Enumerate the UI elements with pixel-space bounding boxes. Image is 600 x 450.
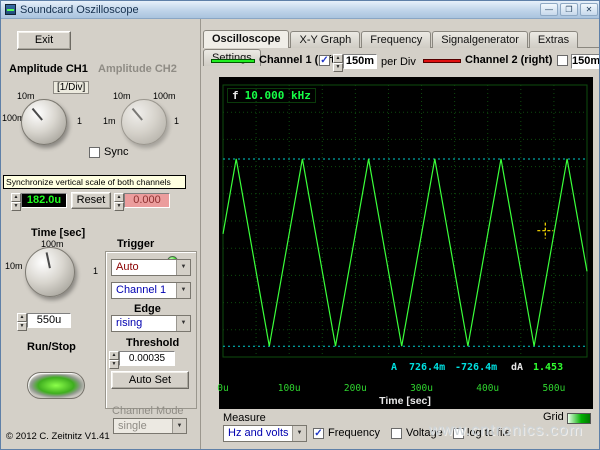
dropdown-arrow-icon: ▼ xyxy=(172,419,186,433)
minimize-button[interactable]: — xyxy=(540,3,558,16)
ch1-knob-tick-label: 1 xyxy=(77,116,82,126)
channel1-scale-value[interactable]: 150m xyxy=(343,54,377,69)
run-stop-button[interactable] xyxy=(27,372,85,399)
trigger-title: Trigger xyxy=(117,238,154,250)
measure-da-value: 1.453 xyxy=(533,362,563,373)
channel2-label: Channel 2 (right) xyxy=(465,54,552,66)
x-axis-tick: 200u xyxy=(344,383,367,394)
channel1-scale-spinner[interactable]: ▲▼ xyxy=(333,54,343,69)
x-axis-tick: 300u xyxy=(410,383,433,394)
measure-a-label: A xyxy=(391,362,397,373)
offset-ch2-value[interactable]: 0.000 xyxy=(124,193,170,208)
scope-plot xyxy=(219,77,593,409)
dropdown-arrow-icon[interactable]: ▼ xyxy=(176,283,190,298)
amplitude-ch1-label: Amplitude CH1 xyxy=(9,63,88,75)
auto-set-button[interactable]: Auto Set xyxy=(111,371,189,389)
frequency-prefix: f xyxy=(232,89,239,102)
trigger-mode-dropdown[interactable]: Auto ▼ xyxy=(111,259,191,276)
offset-ch1-spinner[interactable]: ▲▼ xyxy=(11,193,21,208)
edge-label: Edge xyxy=(134,303,161,315)
tab-settings[interactable]: Settings xyxy=(203,49,261,66)
tab-x-y-graph[interactable]: X-Y Graph xyxy=(290,31,360,48)
frequency-checkbox[interactable]: ✓ xyxy=(313,428,324,439)
measure-label: Measure xyxy=(223,412,266,424)
x-axis-label: Time [sec] xyxy=(339,395,471,407)
amplitude-ch1-knob[interactable] xyxy=(21,99,67,145)
x-axis-tick: 500u xyxy=(542,383,565,394)
x-axis-tick: 0u xyxy=(217,383,228,394)
ch2-knob-tick-label: 1m xyxy=(103,116,116,126)
trigger-edge-dropdown[interactable]: rising ▼ xyxy=(111,315,191,332)
frequency-readout: f 10.000 kHz xyxy=(227,88,316,103)
frequency-value: 10.000 kHz xyxy=(245,89,311,102)
grid-lines xyxy=(223,85,587,357)
offset-reset-button[interactable]: Reset xyxy=(71,192,111,209)
tab-oscilloscope[interactable]: Oscilloscope xyxy=(203,30,289,48)
channel-mode-dropdown[interactable]: single ▼ xyxy=(113,418,187,434)
x-axis-tick: 100u xyxy=(278,383,301,394)
amplitude-ch2-label: Amplitude CH2 xyxy=(98,63,177,75)
per-div-label: [1/Div] xyxy=(53,81,89,94)
exit-button[interactable]: Exit xyxy=(17,31,71,50)
time-value[interactable]: 550u xyxy=(27,313,71,328)
ch2-knob-tick-label: 100m xyxy=(153,91,176,101)
tab-signalgenerator[interactable]: Signalgenerator xyxy=(432,31,528,48)
trigger-source-dropdown[interactable]: Channel 1 ▼ xyxy=(111,282,191,299)
close-button[interactable]: ✕ xyxy=(580,3,598,16)
sync-checkbox[interactable] xyxy=(89,147,100,158)
measure-da-label: dA xyxy=(511,362,523,373)
x-axis-ticks: 0u 100u 200u 300u 400u 500u xyxy=(219,383,593,395)
amplitude-ch2-knob[interactable] xyxy=(121,99,167,145)
sync-label: Sync xyxy=(104,146,128,158)
time-knob-tick-label: 1 xyxy=(93,266,98,276)
time-knob-tick-label: 10m xyxy=(5,261,23,271)
measure-mode-dropdown[interactable]: Hz and volts ▼ xyxy=(223,425,307,442)
oscilloscope-display: f 10.000 kHz A 726.4m -726.4m dA 1.453 0u… xyxy=(219,77,593,409)
amplitude-marker-lines xyxy=(223,159,587,346)
time-spinner[interactable]: ▲▼ xyxy=(17,313,27,328)
voltage-checkbox[interactable] xyxy=(391,428,402,439)
copyright-text: © 2012 C. Zeitnitz V1.41 xyxy=(6,431,110,442)
offset-ch1-value[interactable]: 182.0u xyxy=(21,193,67,208)
dropdown-arrow-icon[interactable]: ▼ xyxy=(176,316,190,331)
ch2-knob-tick-label: 10m xyxy=(113,91,131,101)
waveform-channel1 xyxy=(223,159,587,346)
channel1-per-div-label: per Div xyxy=(381,56,416,68)
measure-max-value: 726.4m xyxy=(409,362,445,373)
tab-frequency[interactable]: Frequency xyxy=(361,31,431,48)
channel1-checkbox[interactable]: ✓ xyxy=(319,55,330,66)
app-icon xyxy=(5,4,16,15)
cursor-crosshair-icon[interactable] xyxy=(537,223,553,239)
offset-ch2-spinner[interactable]: ▲▼ xyxy=(114,193,124,208)
measure-min-value: -726.4m xyxy=(455,362,497,373)
threshold-input[interactable]: 0.00035 xyxy=(119,351,175,366)
channel-mode-label: Channel Mode xyxy=(112,405,184,417)
dropdown-arrow-icon[interactable]: ▼ xyxy=(176,260,190,275)
x-axis-tick: 400u xyxy=(476,383,499,394)
control-panel: Exit Amplitude CH1 Amplitude CH2 [1/Div]… xyxy=(1,19,201,450)
maximize-button[interactable]: ❐ xyxy=(560,3,578,16)
tab-bar: OscilloscopeX-Y GraphFrequencySignalgene… xyxy=(203,30,599,48)
sync-tooltip: Synchronize vertical scale of both chann… xyxy=(3,175,186,189)
run-stop-label: Run/Stop xyxy=(27,341,76,353)
tab-extras[interactable]: Extras xyxy=(529,31,578,48)
frequency-label: Frequency xyxy=(328,427,380,439)
app-window: Soundcard Oszilloscope — ❐ ✕ Exit Amplit… xyxy=(0,0,600,450)
channel2-checkbox[interactable] xyxy=(557,55,568,66)
title-bar: Soundcard Oszilloscope — ❐ ✕ xyxy=(1,1,600,19)
ch1-knob-tick-label: 10m xyxy=(17,91,35,101)
dropdown-arrow-icon[interactable]: ▼ xyxy=(292,426,306,441)
time-label: Time [sec] xyxy=(31,227,85,239)
threshold-spinner[interactable]: ▲▼ xyxy=(109,351,119,366)
channel2-color-swatch xyxy=(423,59,461,63)
channel2-scale-value[interactable]: 150m xyxy=(571,54,600,69)
watermark-text: www.cntronics.com xyxy=(429,422,583,440)
threshold-label: Threshold xyxy=(126,337,179,349)
time-knob[interactable] xyxy=(25,247,75,297)
ch2-knob-tick-label: 1 xyxy=(174,116,179,126)
window-title: Soundcard Oszilloscope xyxy=(20,4,139,16)
channel1-color-swatch xyxy=(211,59,255,63)
